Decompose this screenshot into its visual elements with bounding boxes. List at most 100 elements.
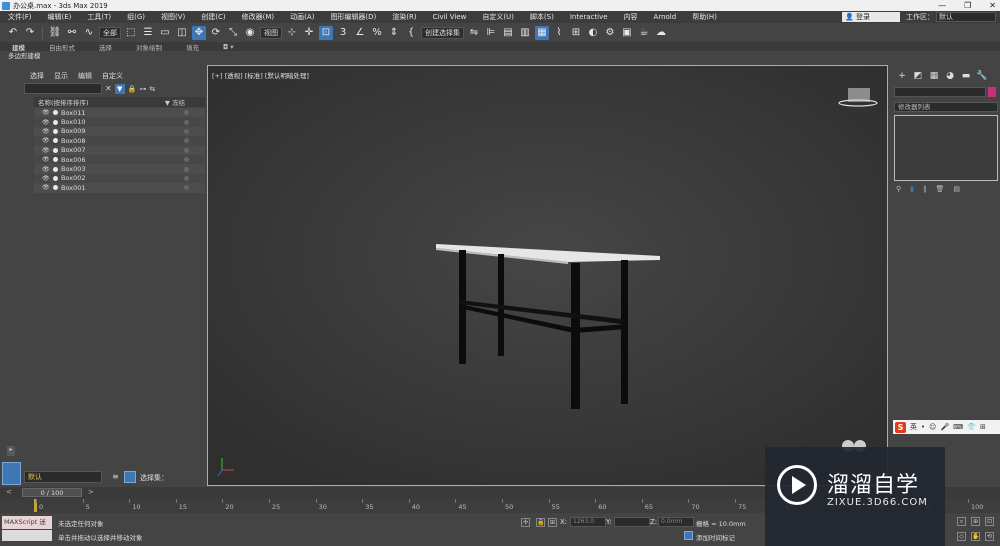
ime-punctuation-icon[interactable]: •	[921, 423, 925, 431]
keyboard-shortcut-icon[interactable]: ⊡	[319, 25, 333, 40]
render-toggle-icon[interactable]	[53, 185, 58, 191]
list-item[interactable]: 👁 Box011	[34, 108, 205, 118]
freeze-toggle-icon[interactable]	[184, 157, 189, 163]
list-item[interactable]: 👁 Box009	[34, 126, 205, 137]
tab-freeform[interactable]: 自由形式	[37, 42, 87, 52]
select-object-icon[interactable]: ⬚	[124, 26, 138, 40]
ime-language[interactable]: 英	[910, 422, 917, 432]
menu-animation[interactable]: 动画(A)	[282, 12, 322, 22]
hierarchy-tab-icon[interactable]: ▦	[928, 71, 940, 81]
reference-coord-dropdown[interactable]: 视图	[260, 26, 282, 39]
remove-modifier-icon[interactable]: 🗑	[936, 185, 945, 195]
pin-stack-icon[interactable]: ⚲	[896, 185, 901, 195]
manipulate-icon[interactable]: ✛	[302, 26, 316, 40]
selection-lock-icon[interactable]: 🔒	[536, 518, 545, 527]
zoom-extents-icon[interactable]: ⊡	[985, 517, 994, 526]
tab-populate[interactable]: 填充	[174, 42, 211, 52]
render-cloud-icon[interactable]: ☁	[654, 26, 668, 40]
hierarchy-icon[interactable]: ⊶	[139, 85, 146, 93]
se-menu-select[interactable]: 选择	[30, 71, 44, 80]
render-toggle-icon[interactable]	[53, 175, 58, 181]
absolute-mode-icon[interactable]: ⊞	[548, 518, 557, 527]
list-item[interactable]: 👁 Box008	[34, 136, 205, 146]
select-by-name-icon[interactable]: ☰	[141, 26, 155, 40]
next-frame-icon[interactable]: >	[88, 488, 94, 496]
modify-tab-icon[interactable]: ◩	[912, 71, 924, 81]
menu-civil-view[interactable]: Civil View	[425, 13, 475, 21]
zoom-icon[interactable]: ⌕	[957, 517, 966, 526]
selection-filter-dropdown[interactable]: 全部	[99, 26, 121, 39]
isolate-selection-icon[interactable]: ✣	[521, 518, 530, 527]
login-button[interactable]: 👤 登录	[842, 12, 900, 22]
link-icon[interactable]: ⛓	[48, 26, 62, 40]
motion-tab-icon[interactable]: ◕	[944, 71, 956, 81]
spinner-snap-icon[interactable]: ⇕	[387, 26, 401, 40]
utilities-tab-icon[interactable]: 🔧	[976, 71, 988, 81]
named-selection-sets-dropdown[interactable]: 创建选择集	[421, 26, 464, 39]
clear-search-icon[interactable]: ✕	[105, 84, 112, 93]
time-slider-thumb[interactable]: 0 / 100	[22, 488, 82, 497]
create-tab-icon[interactable]: +	[896, 71, 908, 81]
menu-create[interactable]: 创建(C)	[193, 12, 233, 22]
show-end-result-icon[interactable]: ▮	[910, 185, 914, 195]
x-coordinate-field[interactable]: 1263.0	[570, 517, 606, 527]
list-item[interactable]: 👁 Box010	[34, 117, 205, 127]
layer-toggle-button[interactable]	[2, 462, 21, 485]
current-layer-dropdown[interactable]: 默认	[24, 471, 102, 483]
freeze-toggle-icon[interactable]	[184, 175, 189, 181]
menu-customize[interactable]: 自定义(U)	[474, 12, 522, 22]
redo-icon[interactable]: ↷	[23, 26, 37, 40]
object-name-field[interactable]	[894, 87, 986, 97]
visibility-eye-icon[interactable]: 👁	[42, 137, 50, 144]
render-setup-icon[interactable]: ⚙	[603, 26, 617, 40]
mirror-icon[interactable]: ⇋	[467, 26, 481, 40]
ime-keyboard-icon[interactable]: ⌨	[953, 423, 963, 431]
maxscript-listener[interactable]: MAXScript 迷	[2, 516, 52, 529]
se-menu-customize[interactable]: 自定义	[102, 71, 123, 80]
maxscript-input[interactable]	[2, 530, 52, 541]
perspective-viewport[interactable]: [+] [透视] [标准] [默认明暗处理]	[207, 65, 888, 486]
ime-logo[interactable]: S	[895, 421, 906, 433]
list-item[interactable]: 👁 Box001	[34, 183, 205, 193]
visibility-eye-icon[interactable]: 👁	[42, 128, 50, 135]
modifier-stack[interactable]	[894, 115, 998, 181]
visibility-eye-icon[interactable]: 👁	[42, 156, 50, 163]
layer-explorer-icon[interactable]: ▤	[501, 26, 515, 40]
se-menu-edit[interactable]: 编辑	[78, 71, 92, 80]
zoom-all-icon[interactable]: ⊕	[971, 517, 980, 526]
column-freeze-header[interactable]: ▼ 冻结	[165, 97, 185, 107]
render-toggle-icon[interactable]	[53, 147, 58, 153]
menu-group[interactable]: 组(G)	[119, 12, 153, 22]
rect-selection-icon[interactable]: ▭	[158, 26, 172, 40]
window-crossing-icon[interactable]: ◫	[175, 26, 189, 40]
render-toggle-icon[interactable]	[53, 128, 58, 134]
ribbon-toggle-icon[interactable]: ▦	[535, 25, 549, 40]
select-scale-icon[interactable]: ⤡	[226, 26, 240, 40]
visibility-eye-icon[interactable]: 👁	[42, 109, 50, 116]
configure-sets-icon[interactable]: ▤	[953, 185, 960, 195]
visibility-eye-icon[interactable]: 👁	[42, 175, 50, 182]
sync-selection-icon[interactable]: ⇆	[149, 85, 155, 93]
render-toggle-icon[interactable]	[53, 157, 58, 163]
place-icon[interactable]: ◉	[243, 26, 257, 40]
column-name-header[interactable]: 名称(按排序排序)	[38, 97, 89, 107]
angle-snap-icon[interactable]: ∠	[353, 26, 367, 40]
render-production-icon[interactable]: ☕	[637, 26, 651, 40]
list-item[interactable]: 👁 Box002	[34, 173, 205, 184]
bind-spacewarp-icon[interactable]: ∿	[82, 26, 96, 40]
schematic-view-icon[interactable]: ⊞	[569, 26, 583, 40]
ime-tools-icon[interactable]: ⊞	[980, 423, 986, 431]
render-toggle-icon[interactable]	[53, 166, 58, 172]
list-item[interactable]: 👁 Box006	[34, 154, 205, 165]
visibility-eye-icon[interactable]: 👁	[42, 166, 50, 173]
edit-named-sets-icon[interactable]: {	[404, 26, 418, 40]
select-rotate-icon[interactable]: ⟳	[209, 26, 223, 40]
curve-editor-icon[interactable]: ⌇	[552, 26, 566, 40]
pivot-center-icon[interactable]: ⊹	[285, 26, 299, 40]
freeze-toggle-icon[interactable]	[184, 166, 189, 172]
display-tab-icon[interactable]: ▬	[960, 71, 972, 81]
make-unique-icon[interactable]: ∥	[923, 185, 927, 195]
add-time-tag-button[interactable]: 添加时间标记	[696, 532, 735, 542]
render-toggle-icon[interactable]	[53, 119, 58, 125]
z-coordinate-field[interactable]: 0.0mm	[658, 517, 694, 527]
